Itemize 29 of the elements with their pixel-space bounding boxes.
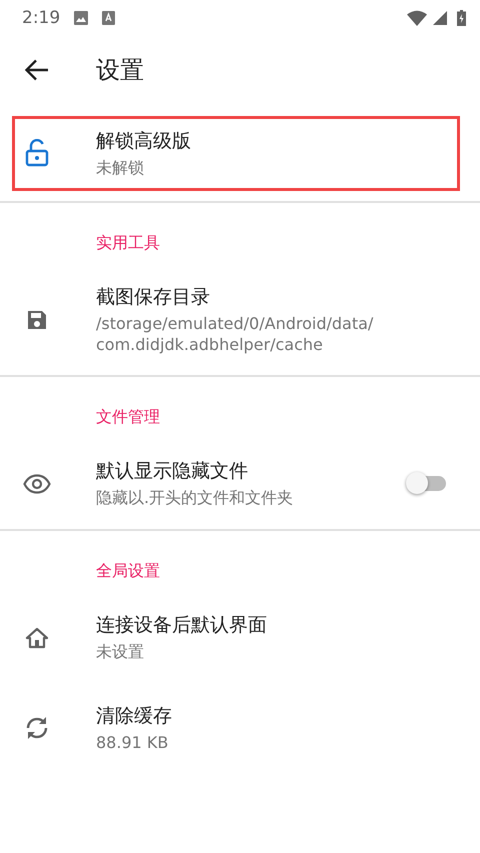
home-icon	[25, 626, 49, 649]
setting-title: 默认显示隐藏文件	[96, 459, 249, 484]
image-icon	[74, 11, 88, 25]
setting-item[interactable]: 连接设备后默认界面 未设置	[0, 600, 480, 675]
keyboard-icon	[102, 11, 116, 25]
setting-summary: 未解锁	[96, 158, 145, 179]
battery-icon	[457, 10, 466, 26]
status-time: 2:19	[22, 8, 60, 28]
category-header: 实用工具	[95, 232, 161, 254]
setting-summary: 未设置	[96, 642, 145, 663]
setting-item[interactable]: 默认显示隐藏文件 隐藏以.开头的文件和文件夹	[0, 446, 480, 522]
category-header: 文件管理	[95, 406, 161, 428]
signal-icon	[433, 11, 447, 25]
setting-item[interactable]: 清除缓存 88.91 KB	[0, 690, 480, 766]
back-button[interactable]	[24, 57, 50, 83]
setting-title: 连接设备后默认界面	[96, 613, 268, 638]
category-header: 全局设置	[95, 560, 161, 582]
eye-icon	[23, 474, 51, 494]
page-title: 设置	[96, 55, 144, 86]
setting-item[interactable]: 解锁高级版 未解锁	[12, 116, 460, 191]
setting-summary: /storage/emulated/0/Android/data/com.didjdk.adbhelper/cache	[96, 314, 374, 356]
setting-title: 截图保存目录	[96, 284, 211, 310]
setting-title: 清除缓存	[96, 704, 173, 729]
setting-item[interactable]: 截图保存目录 /storage/emulated/0/Android/data/com.didjdk.adbhelper/cache	[0, 272, 480, 368]
padlock-icon	[25, 139, 49, 168]
wifi-icon	[407, 10, 427, 26]
setting-summary: 88.91 KB	[96, 732, 170, 754]
setting-summary: 隐藏以.开头的文件和文件夹	[96, 488, 294, 510]
setting-title: 解锁高级版	[96, 129, 192, 154]
